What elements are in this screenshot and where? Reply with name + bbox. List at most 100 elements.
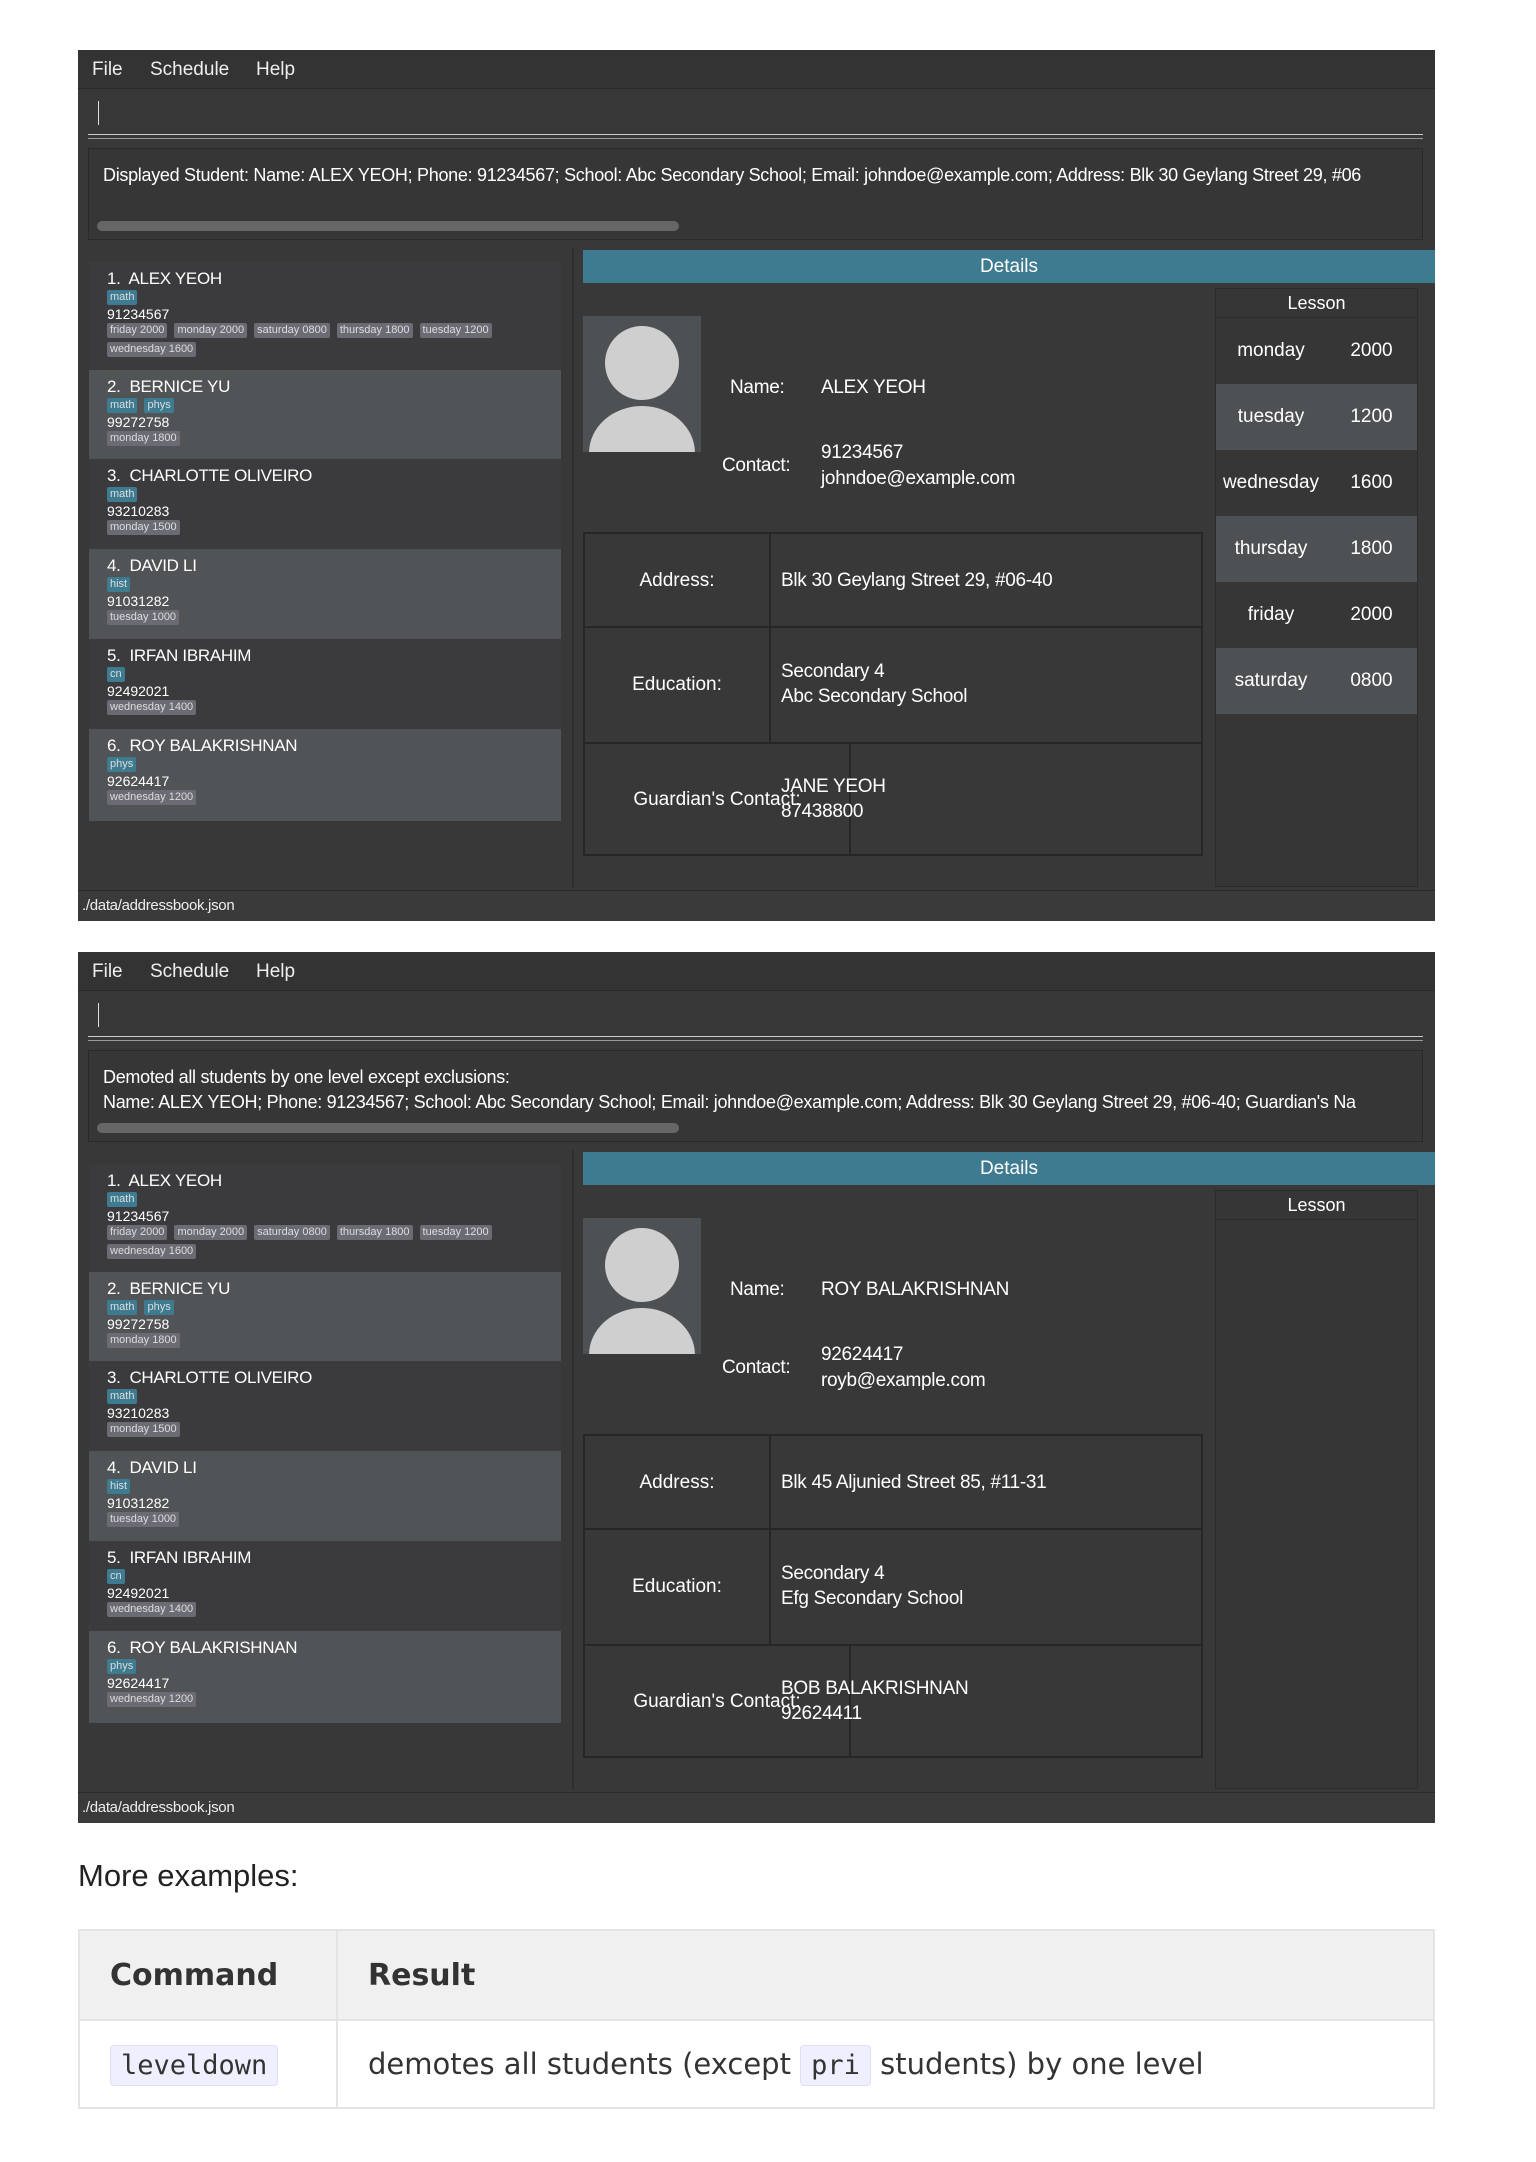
lesson-tag: tuesday 1000: [107, 610, 180, 625]
student-card[interactable]: 1. ALEX YEOH math 91234567 friday 2000 monda…: [89, 1164, 561, 1272]
student-name-text: ROY BALAKRISHNAN: [129, 736, 298, 755]
lesson-tags: tuesday 1000: [107, 1512, 561, 1527]
menu-file[interactable]: File: [92, 59, 123, 81]
guardian-name-text: JANE YEOH: [781, 776, 886, 797]
student-card[interactable]: 3. CHARLOTTE OLIVEIRO math 93210283 monday …: [89, 459, 561, 549]
lesson-tags: friday 2000 monday 2000 saturday 0800 thurs…: [107, 1225, 561, 1259]
student-index: 5.: [107, 1548, 121, 1567]
result-column-header: Result: [336, 1929, 1435, 2021]
subject-tags: math phys: [107, 398, 561, 413]
menu-schedule[interactable]: Schedule: [150, 59, 229, 81]
student-name: 3. CHARLOTTE OLIVEIRO: [107, 1367, 561, 1388]
command-input-underline: [88, 134, 1423, 139]
student-card[interactable]: 6. ROY BALAKRISHNAN phys 92624417 wednesday…: [89, 729, 561, 821]
lesson-tags: monday 1800: [107, 1333, 561, 1348]
student-phone: 93210283: [107, 503, 170, 519]
student-name: 6. ROY BALAKRISHNAN: [107, 1637, 561, 1658]
student-name-text: ALEX YEOH: [128, 1171, 223, 1190]
subject-tags: phys: [107, 1659, 561, 1674]
student-phone: 92492021: [107, 683, 170, 699]
address-value: Blk 30 Geylang Street 29, #06-40: [781, 534, 1053, 626]
lesson-time: 2000: [1350, 604, 1393, 625]
student-card[interactable]: 6. ROY BALAKRISHNAN phys 92624417 wednesday…: [89, 1631, 561, 1723]
address-label: Address:: [585, 1436, 771, 1528]
student-card[interactable]: 5. IRFAN IBRAHIM cn 92492021 wednesday 1400: [89, 1541, 561, 1631]
student-phone: 93210283: [107, 1405, 170, 1421]
subject-tag: math: [107, 487, 138, 502]
student-index: 3.: [107, 466, 121, 485]
subject-tag: phys: [144, 1300, 174, 1315]
subject-tag: math: [107, 1192, 138, 1207]
subject-tags: phys: [107, 757, 561, 772]
subject-tags: cn: [107, 1569, 561, 1584]
education-label: Education:: [585, 626, 771, 742]
menu-help[interactable]: Help: [256, 961, 295, 983]
command-box[interactable]: [78, 991, 1435, 1043]
subject-tags: math: [107, 487, 561, 502]
lesson-panel: Lesson: [1215, 1190, 1418, 1789]
student-index: 1.: [107, 1171, 121, 1190]
lesson-day: tuesday: [1237, 406, 1305, 427]
lesson-day: saturday: [1234, 670, 1308, 691]
student-phone: 92624417: [107, 1675, 170, 1691]
level-text: Secondary 4: [781, 661, 885, 682]
lesson-tags: wednesday 1400: [107, 1602, 561, 1617]
lesson-tag: thursday 1800: [336, 323, 413, 338]
student-name: 6. ROY BALAKRISHNAN: [107, 735, 561, 756]
details-header: Details: [583, 250, 1435, 283]
app-window: File Schedule Help Demoted all students by …: [78, 952, 1435, 1823]
menu-bar: File Schedule Help: [78, 50, 1435, 89]
lesson-row: saturday 0800: [1216, 648, 1417, 714]
address-text: Blk 45 Aljunied Street 85, #11-31: [781, 1471, 1047, 1493]
student-card[interactable]: 1. ALEX YEOH math 91234567 friday 2000 monda…: [89, 262, 561, 370]
student-name-text: ROY BALAKRISHNAN: [129, 1638, 298, 1657]
contact-label: Contact:: [722, 1357, 791, 1378]
address-row: Address: Blk 45 Aljunied Street 85, #11-3…: [585, 1436, 1201, 1530]
menu-schedule[interactable]: Schedule: [150, 961, 229, 983]
command-box[interactable]: [78, 89, 1435, 141]
app-window: File Schedule Help Displayed Student: Name:…: [78, 50, 1435, 921]
status-bar: ./data/addressbook.json: [78, 1792, 1435, 1823]
lesson-tag: thursday 1800: [336, 1225, 413, 1240]
student-list-panel: 1. ALEX YEOH math 91234567 friday 2000 monda…: [78, 1150, 574, 1790]
subject-tag: phys: [107, 1659, 137, 1674]
lesson-day: monday: [1237, 340, 1305, 361]
name-value: ROY BALAKRISHNAN: [821, 1279, 1010, 1300]
horizontal-scrollbar[interactable]: [97, 1123, 679, 1133]
education-label: Education:: [585, 1528, 771, 1644]
lesson-row: tuesday 1200: [1216, 384, 1417, 450]
subject-tag: math: [107, 398, 138, 413]
subject-tag: hist: [107, 577, 131, 592]
lesson-tag: wednesday 1200: [107, 1692, 197, 1707]
avatar-body-icon: [589, 400, 695, 452]
student-card[interactable]: 5. IRFAN IBRAHIM cn 92492021 wednesday 1400: [89, 639, 561, 729]
student-card[interactable]: 2. BERNICE YU math phys 99272758 monday 1800: [89, 1272, 561, 1361]
student-name: 2. BERNICE YU: [107, 376, 561, 397]
student-card[interactable]: 2. BERNICE YU math phys 99272758 monday 1800: [89, 370, 561, 459]
lesson-tag: tuesday 1200: [419, 1225, 492, 1240]
examples-table: Command Result leveldown demotes all stu…: [78, 1929, 1435, 2109]
lesson-time: 2000: [1350, 340, 1393, 361]
guardian-row: Guardian's Contact: BOB BALAKRISHNAN 92624…: [585, 1644, 1201, 1758]
guardian-phone-text: 92624411: [781, 1703, 862, 1724]
result-cell: demotes all students (except pri student…: [336, 2019, 1435, 2109]
subject-tag: math: [107, 290, 138, 305]
lesson-tags: wednesday 1200: [107, 790, 561, 805]
student-phone: 92624417: [107, 773, 170, 789]
status-bar: ./data/addressbook.json: [78, 890, 1435, 921]
student-phone: 91234567: [107, 306, 170, 322]
lesson-tags: monday 1500: [107, 1422, 561, 1437]
contact-label: Contact:: [722, 455, 791, 476]
student-index: 1.: [107, 269, 121, 288]
student-card[interactable]: 4. DAVID LI hist 91031282 tuesday 1000: [89, 1451, 561, 1541]
student-name: 5. IRFAN IBRAHIM: [107, 645, 561, 666]
menu-file[interactable]: File: [92, 961, 123, 983]
student-card[interactable]: 3. CHARLOTTE OLIVEIRO math 93210283 monday …: [89, 1361, 561, 1451]
lesson-tag: saturday 0800: [254, 323, 330, 338]
email-value: johndoe@example.com: [821, 468, 1016, 489]
menu-help[interactable]: Help: [256, 59, 295, 81]
student-card[interactable]: 4. DAVID LI hist 91031282 tuesday 1000: [89, 549, 561, 639]
horizontal-scrollbar[interactable]: [97, 221, 679, 231]
lesson-panel: Lesson monday 2000 tuesday 1200 wednesday 1600…: [1215, 288, 1418, 887]
subject-tags: cn: [107, 667, 561, 682]
